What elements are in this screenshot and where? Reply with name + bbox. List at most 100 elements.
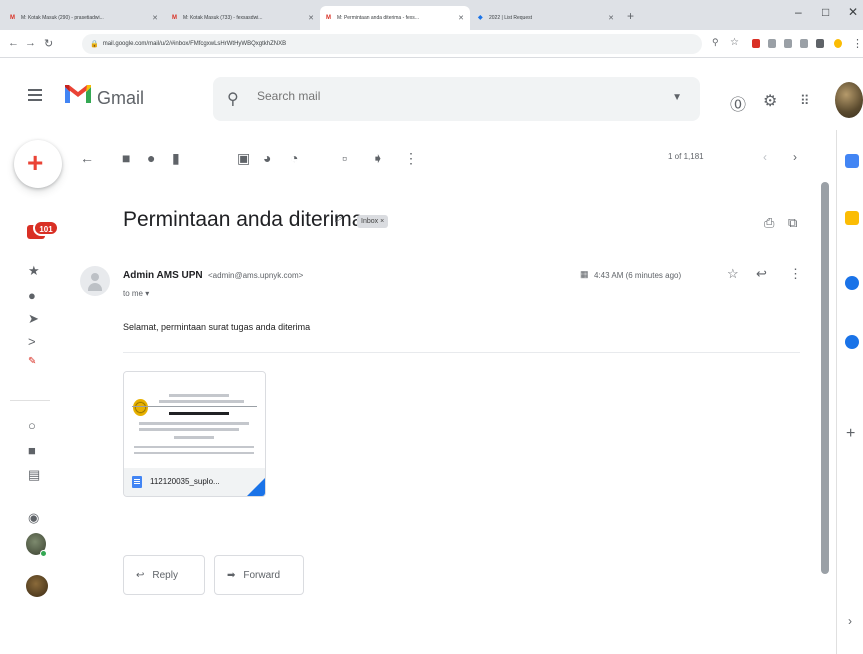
show-side-panel-icon[interactable]: ›	[848, 614, 852, 628]
sender-email: <admin@ams.upnyk.com>	[208, 271, 304, 280]
forward-label: Forward	[243, 569, 281, 581]
document-file-icon	[132, 476, 142, 488]
gmail-wordmark: Gmail	[97, 88, 145, 108]
report-spam-icon[interactable]: ●	[147, 150, 155, 166]
reply-button[interactable]: ↩ Reply	[123, 555, 205, 595]
email-subject: Permintaan anda diterima	[123, 208, 364, 231]
move-to-icon[interactable]: ▫	[342, 150, 347, 166]
sender-avatar	[80, 266, 110, 296]
meet-icon[interactable]: ◉	[28, 510, 39, 526]
label-icon[interactable]: ■	[28, 443, 36, 458]
compose-plus-icon: +	[27, 147, 44, 178]
sent-icon[interactable]: >	[28, 334, 36, 349]
add-to-tasks-icon[interactable]: ◔	[290, 150, 298, 166]
side-panel-divider	[836, 130, 837, 654]
reload-icon[interactable]: ↻	[44, 37, 53, 50]
gmail-favicon-icon: M	[326, 15, 331, 21]
keep-icon[interactable]	[845, 211, 859, 225]
forward-button[interactable]: ➡ Forward	[214, 555, 304, 595]
extension-icon[interactable]	[752, 39, 760, 48]
attachments-divider	[123, 352, 800, 353]
inbox-unread-badge: 101	[33, 220, 59, 236]
close-tab-icon[interactable]: ✕	[308, 14, 314, 22]
search-bar[interactable]: ⚲ ▼	[213, 77, 700, 121]
forward-icon[interactable]: →	[25, 37, 36, 49]
print-icon[interactable]: ⎙	[764, 215, 774, 231]
contact-avatar[interactable]	[26, 575, 48, 597]
sender-name: Admin AMS UPN	[123, 270, 203, 281]
maximize-icon[interactable]: □	[822, 5, 829, 19]
older-icon[interactable]: ›	[793, 150, 797, 164]
more-labels-icon[interactable]: ▤	[28, 467, 40, 483]
browser-tab[interactable]: M M: Kotak Masuk (733) - fexsasdwi... ✕	[166, 6, 320, 30]
message-body: Selamat, permintaan surat tugas anda dit…	[123, 322, 311, 332]
important-icon[interactable]: ➤	[28, 311, 39, 327]
online-status-icon	[40, 550, 47, 557]
address-bar[interactable]: 🔒 mail.google.com/mail/u/2/#inbox/FMfcgx…	[82, 34, 702, 54]
reply-icon[interactable]: ↩	[756, 266, 767, 282]
browser-tab[interactable]: M M: Kotak Masuk (290) - prasetiadwi... …	[4, 6, 164, 30]
attachment-card[interactable]: 112120035_suplo...	[123, 371, 266, 497]
main-menu-icon[interactable]	[28, 89, 42, 104]
extension-icon[interactable]	[768, 39, 776, 48]
settings-gear-icon[interactable]: ⚙	[763, 91, 777, 111]
window-close-icon[interactable]: ✕	[848, 5, 858, 19]
attachment-filename: 112120035_suplo...	[150, 477, 220, 486]
help-icon[interactable]: ⓪	[730, 91, 746, 115]
recipient-details-toggle[interactable]: to me ▾	[123, 289, 149, 298]
close-tab-icon[interactable]: ✕	[152, 14, 158, 22]
star-icon[interactable]: ☆	[727, 266, 739, 282]
message-timestamp: 4:43 AM (6 minutes ago)	[594, 271, 682, 280]
label-outline-icon[interactable]: ○	[28, 418, 36, 433]
pagination-text: 1 of 1,181	[668, 152, 704, 161]
newer-icon[interactable]: ‹	[763, 150, 767, 164]
search-options-icon[interactable]: ▼	[672, 92, 682, 103]
browser-menu-icon[interactable]: ⋮	[852, 37, 863, 50]
calendar-icon[interactable]	[845, 154, 859, 168]
browser-tab-active[interactable]: M M: Permintaan anda diterima - fexs... …	[320, 6, 470, 30]
snoozed-clock-icon[interactable]: ●	[28, 288, 36, 303]
drafts-icon[interactable]: ✎	[28, 356, 36, 367]
close-tab-icon[interactable]: ✕	[608, 14, 614, 22]
rail-divider	[10, 400, 50, 401]
reply-arrow-icon: ↩	[136, 569, 145, 581]
attachment-corner-icon	[247, 478, 265, 496]
contacts-icon[interactable]	[845, 335, 859, 349]
delete-icon[interactable]: ▮	[172, 150, 180, 167]
new-tab-icon[interactable]: +	[627, 9, 634, 23]
snooze-icon[interactable]: ◕	[263, 150, 271, 166]
open-new-window-icon[interactable]: ⧉	[788, 215, 797, 231]
browser-tab[interactable]: ◆ 2022 | List Request ✕	[472, 6, 620, 30]
compose-button[interactable]: +	[14, 140, 62, 188]
zoom-icon[interactable]: ⚲	[712, 37, 719, 48]
back-icon[interactable]: ←	[8, 37, 19, 49]
back-to-inbox-icon[interactable]: ←	[80, 150, 94, 166]
get-addons-icon[interactable]: +	[846, 425, 855, 443]
extension-icon[interactable]	[784, 39, 792, 48]
extensions-puzzle-icon[interactable]	[816, 39, 824, 48]
message-more-icon[interactable]: ⋮	[789, 266, 802, 282]
inbox-label-chip[interactable]: Inbox ×	[357, 215, 389, 228]
bookmark-star-icon[interactable]: ☆	[730, 37, 739, 48]
site-favicon-icon: ◆	[478, 15, 483, 21]
extension-icon[interactable]	[800, 39, 808, 48]
browser-tab-title: M: Permintaan anda diterima - fexs...	[337, 15, 419, 21]
starred-icon[interactable]: ★	[28, 263, 40, 279]
close-tab-icon[interactable]: ✕	[458, 14, 464, 22]
archive-icon[interactable]: ■	[122, 150, 130, 166]
minimize-icon[interactable]: –	[795, 5, 802, 19]
tasks-icon[interactable]	[845, 276, 859, 290]
labels-icon[interactable]: ➧	[372, 150, 384, 167]
scrollbar-thumb[interactable]	[821, 182, 829, 574]
account-avatar[interactable]	[835, 82, 863, 118]
search-icon[interactable]: ⚲	[227, 89, 239, 109]
reply-label: Reply	[152, 569, 178, 581]
apps-grid-icon[interactable]: ⠿	[800, 93, 810, 109]
search-input[interactable]	[257, 89, 637, 103]
profile-icon[interactable]	[834, 39, 842, 48]
more-actions-icon[interactable]: ⋮	[404, 150, 418, 167]
document-seal-icon	[133, 399, 148, 416]
important-marker-icon[interactable]: ▷	[335, 213, 343, 224]
mark-unread-icon[interactable]: ▣	[237, 150, 250, 167]
lock-icon: 🔒	[90, 41, 99, 48]
